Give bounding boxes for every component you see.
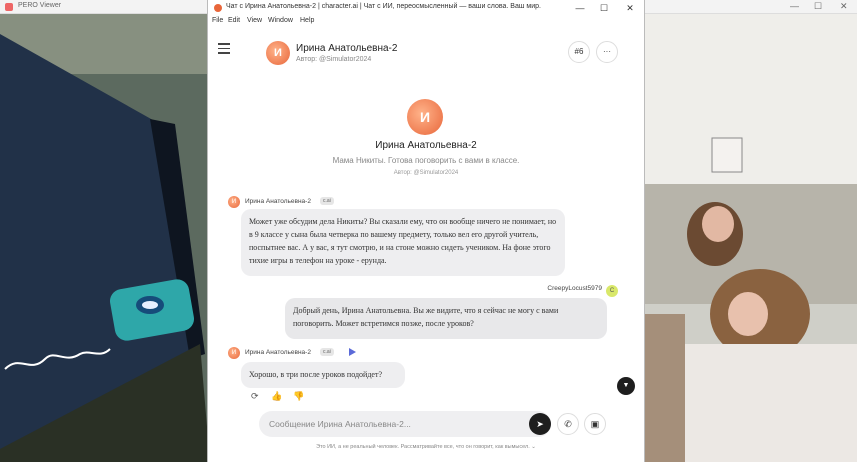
menu-edit[interactable]: Edit [228,17,240,24]
viewer-logo-icon [5,3,13,11]
sidebar-menu-icon[interactable] [218,43,232,54]
image-button[interactable]: ▣ [584,413,606,435]
more-options-button[interactable]: ··· [596,41,618,63]
menu-file[interactable]: File [212,17,223,24]
intro-character-name: Ирина Анатольевна-2 [375,140,477,151]
bg-close-icon[interactable]: ✕ [840,1,848,12]
message-composer: ➤ [259,411,551,437]
message-input[interactable] [269,415,479,433]
ai-message-avatar: И [228,347,240,359]
intro-character-description: Мама Никиты. Готова поговорить с вами в … [332,156,520,165]
close-icon[interactable]: ✕ [618,1,642,15]
ai-badge: c.ai [320,348,334,356]
ai-message-avatar: И [228,196,240,208]
header-character-author[interactable]: Автор: @Simulator2024 [296,56,371,63]
thumbs-up-icon[interactable]: 👍 [271,391,282,402]
background-window-title: PERO Viewer [18,2,62,9]
bg-maximize-icon[interactable]: ☐ [814,1,822,12]
minimize-icon[interactable]: — [568,1,592,15]
ai-message-author: Ирина Анатольевна-2 [245,198,311,205]
scroll-to-bottom-button[interactable]: ▼ [617,377,635,395]
header-character-avatar[interactable]: И [266,41,290,65]
menu-view[interactable]: View [247,17,262,24]
window-titlebar: Чат с Ирина Анатольевна-2 | character.ai… [208,0,644,16]
thumbs-down-icon[interactable]: 👎 [293,391,304,402]
menu-window[interactable]: Window [268,17,293,24]
regenerate-icon[interactable]: ⟳ [251,391,259,402]
ai-message-bubble: Может уже обсудим дела Никиты? Вы сказал… [241,209,565,276]
call-button[interactable]: ✆ [557,413,579,435]
menu-bar: File Edit View Window Help [208,16,644,29]
ai-badge: c.ai [320,197,334,205]
voice-button[interactable]: #6 [568,41,590,63]
user-message-author: CreepyLocust5979 [547,285,602,292]
bg-minimize-icon[interactable]: — [790,1,799,11]
header-character-name: Ирина Анатольевна-2 [296,43,398,54]
ai-message-author: Ирина Анатольевна-2 [245,349,311,356]
user-message-bubble: Добрый день, Ирина Анатольевна. Вы же ви… [285,298,607,339]
ai-message-bubble: Хорошо, в три после уроков подойдет? [241,362,405,388]
menu-help[interactable]: Help [300,17,314,24]
user-avatar: C [606,285,618,297]
intro-character-avatar: И [407,99,443,135]
window-title: Чат с Ирина Анатольевна-2 | character.ai… [226,3,541,10]
maximize-icon[interactable]: ☐ [592,1,616,15]
app-logo-icon [214,4,222,12]
intro-character-author[interactable]: Автор: @Simulator2024 [208,170,644,176]
play-voice-icon[interactable] [349,348,356,356]
clipboard-sticker [711,137,743,173]
send-button[interactable]: ➤ [529,413,551,435]
ai-disclaimer: Это ИИ, а не реальный человек. Рассматри… [316,444,536,450]
characterai-app-window: Чат с Ирина Анатольевна-2 | character.ai… [207,0,645,462]
